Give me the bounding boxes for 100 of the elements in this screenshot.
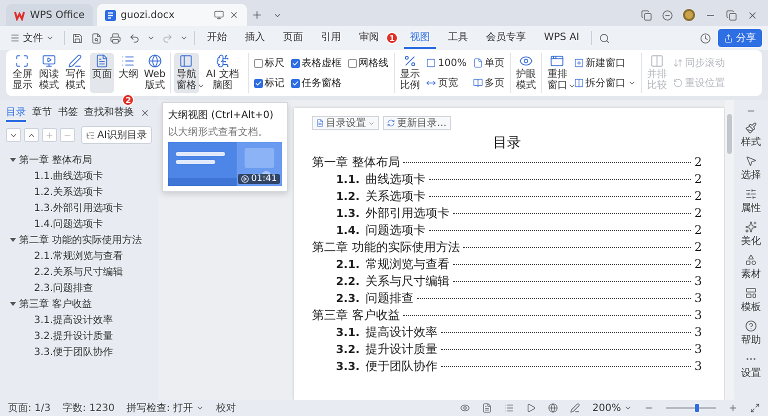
outline-item[interactable]: 1.2.关系选项卡 <box>34 185 104 199</box>
outline-item[interactable]: 3.2.提升设计质量 <box>34 329 114 343</box>
sidebar-button[interactable]: 美化 <box>741 221 761 248</box>
minus-circle-icon[interactable] <box>662 10 673 20</box>
ribbon-button[interactable]: 页宽 <box>424 76 469 90</box>
outline-item[interactable]: 1.3.外部引用选项卡 <box>34 201 124 215</box>
panel-tab[interactable]: 书签 <box>58 104 78 122</box>
toc-tool-button[interactable]: 目录设置 <box>312 116 379 130</box>
checkbox[interactable] <box>290 58 300 68</box>
ribbon-tab[interactable]: 页面 <box>277 27 309 49</box>
fullscreen-icon[interactable] <box>750 403 760 413</box>
outline-item[interactable]: 第二章 功能的实际使用方法 <box>19 233 142 247</box>
ribbon-button[interactable]: 多页 <box>470 76 507 90</box>
checkbox[interactable] <box>348 58 356 68</box>
ribbon-button[interactable]: 全屏显示 <box>10 53 34 93</box>
close-icon[interactable] <box>228 10 239 20</box>
proofread-link[interactable]: 校对 <box>216 401 236 415</box>
window-tab[interactable]: WPS Office <box>6 4 93 26</box>
new-tab-icon[interactable] <box>250 9 263 21</box>
ribbon-button[interactable]: 写作模式 <box>63 53 88 93</box>
ribbon-button[interactable]: 单页 <box>470 56 507 70</box>
ribbon-tab[interactable]: 开始 <box>201 27 233 49</box>
expand-caret[interactable] <box>10 158 16 162</box>
play-icon[interactable] <box>526 403 536 413</box>
avatar[interactable] <box>683 9 695 21</box>
print-button[interactable] <box>109 32 122 44</box>
ribbon-tab[interactable]: WPS AI <box>538 28 586 48</box>
panel-tab[interactable]: 目录 <box>6 104 26 122</box>
ribbon-button[interactable]: AI 文档脑图 <box>200 53 244 93</box>
ribbon-button[interactable]: 阅读模式 <box>36 53 61 93</box>
checkbox[interactable] <box>290 78 300 88</box>
share-button[interactable]: 分享 <box>718 29 762 47</box>
restore-icon[interactable] <box>726 10 737 20</box>
eye-icon[interactable] <box>460 403 470 413</box>
expand-caret[interactable] <box>10 238 16 242</box>
page-number: 2 <box>694 206 702 220</box>
scrollbar[interactable] <box>725 100 734 400</box>
preview-button[interactable] <box>90 32 103 44</box>
zoom-menu[interactable]: 200% <box>592 402 632 414</box>
outline-item[interactable]: 第三章 客户收益 <box>19 297 92 311</box>
section-number: 2.2. <box>336 275 360 288</box>
expand-caret[interactable] <box>10 302 16 306</box>
sidebar-button[interactable]: 模板 <box>741 287 761 314</box>
window-tab[interactable]: guozi.docx <box>96 4 247 26</box>
ribbon-tab[interactable]: 引用 <box>315 27 347 49</box>
ai-outline-button[interactable]: AI识别目录 <box>81 126 152 144</box>
spell-check-menu[interactable]: 拼写检查: 打开 <box>126 401 204 415</box>
globe-icon[interactable] <box>548 403 558 413</box>
ribbon-button[interactable]: 页面 <box>90 53 114 93</box>
ribbon-button[interactable]: 显示比例 <box>398 53 422 93</box>
outline-item[interactable]: 2.2.关系与尺寸编辑 <box>34 265 124 279</box>
file-menu[interactable]: 文件 <box>6 29 58 47</box>
checkbox[interactable] <box>254 58 262 68</box>
history-button[interactable] <box>699 32 712 44</box>
save-button[interactable] <box>71 32 84 44</box>
search-icon <box>599 32 610 44</box>
ribbon-button[interactable]: 100% <box>424 58 469 68</box>
ribbon-tab[interactable]: 会员专享 <box>480 27 532 49</box>
ribbon-tab[interactable]: 插入 <box>239 27 271 49</box>
windows-icon[interactable] <box>641 10 652 20</box>
list-icon[interactable] <box>504 403 514 413</box>
toc-tool-button[interactable]: 更新目录... <box>383 116 451 130</box>
zoom-in-icon[interactable] <box>728 403 738 413</box>
ribbon-tab[interactable]: 工具 <box>442 27 474 49</box>
ribbon-button[interactable]: 护眼模式 <box>514 53 538 93</box>
outline-item[interactable]: 1.4.问题选项卡 <box>34 217 104 231</box>
ribbon-button[interactable]: 大纲 <box>116 53 140 93</box>
pen-icon[interactable] <box>570 403 580 413</box>
search-button[interactable] <box>598 32 612 44</box>
collapse-button[interactable] <box>24 128 39 142</box>
page-icon[interactable] <box>482 403 492 413</box>
outline-item[interactable]: 2.1.常规浏览与查看 <box>34 249 124 263</box>
sidebar-button[interactable]: 样式 <box>741 122 761 149</box>
ribbon-button[interactable]: 导航窗格 <box>174 53 198 93</box>
sidebar-button[interactable]: 素材 <box>741 254 761 281</box>
close-icon[interactable] <box>747 10 758 20</box>
ribbon-tab[interactable]: 审阅 <box>353 27 385 49</box>
ribbon-button[interactable]: 重排窗口 <box>545 53 570 93</box>
sidebar-button[interactable]: 设置 <box>741 353 761 380</box>
close-icon[interactable] <box>140 108 150 118</box>
outline-item[interactable]: 3.3.便于团队协作 <box>34 345 114 359</box>
outline-item[interactable]: 1.1.曲线选项卡 <box>34 169 104 183</box>
outline-item[interactable]: 3.1.提高设计效率 <box>34 313 114 327</box>
undo-button[interactable] <box>128 32 141 44</box>
checkbox[interactable] <box>254 78 262 88</box>
outline-item[interactable]: 第一章 整体布局 <box>19 153 92 167</box>
caret-icon[interactable] <box>147 34 155 42</box>
slider-thumb[interactable] <box>695 404 699 412</box>
panel-tab[interactable]: 章节 <box>32 104 52 122</box>
ribbon-button[interactable]: 拆分窗口 <box>572 76 638 90</box>
panel-tab[interactable]: 查找和替换 <box>84 104 134 122</box>
outline-item[interactable]: 2.3.问题排查 <box>34 281 94 295</box>
caret-icon[interactable] <box>180 34 188 42</box>
checkbox-label: 表格虚框 <box>302 56 342 70</box>
sidebar-button[interactable]: 选择 <box>741 155 761 182</box>
sidebar-button[interactable]: 属性 <box>741 188 761 215</box>
ribbon-button[interactable]: Web版式 <box>142 53 167 93</box>
sidebar-button[interactable]: 帮助 <box>741 320 761 347</box>
ribbon-button[interactable]: 新建窗口 <box>572 56 638 70</box>
expand-button[interactable] <box>6 128 21 142</box>
